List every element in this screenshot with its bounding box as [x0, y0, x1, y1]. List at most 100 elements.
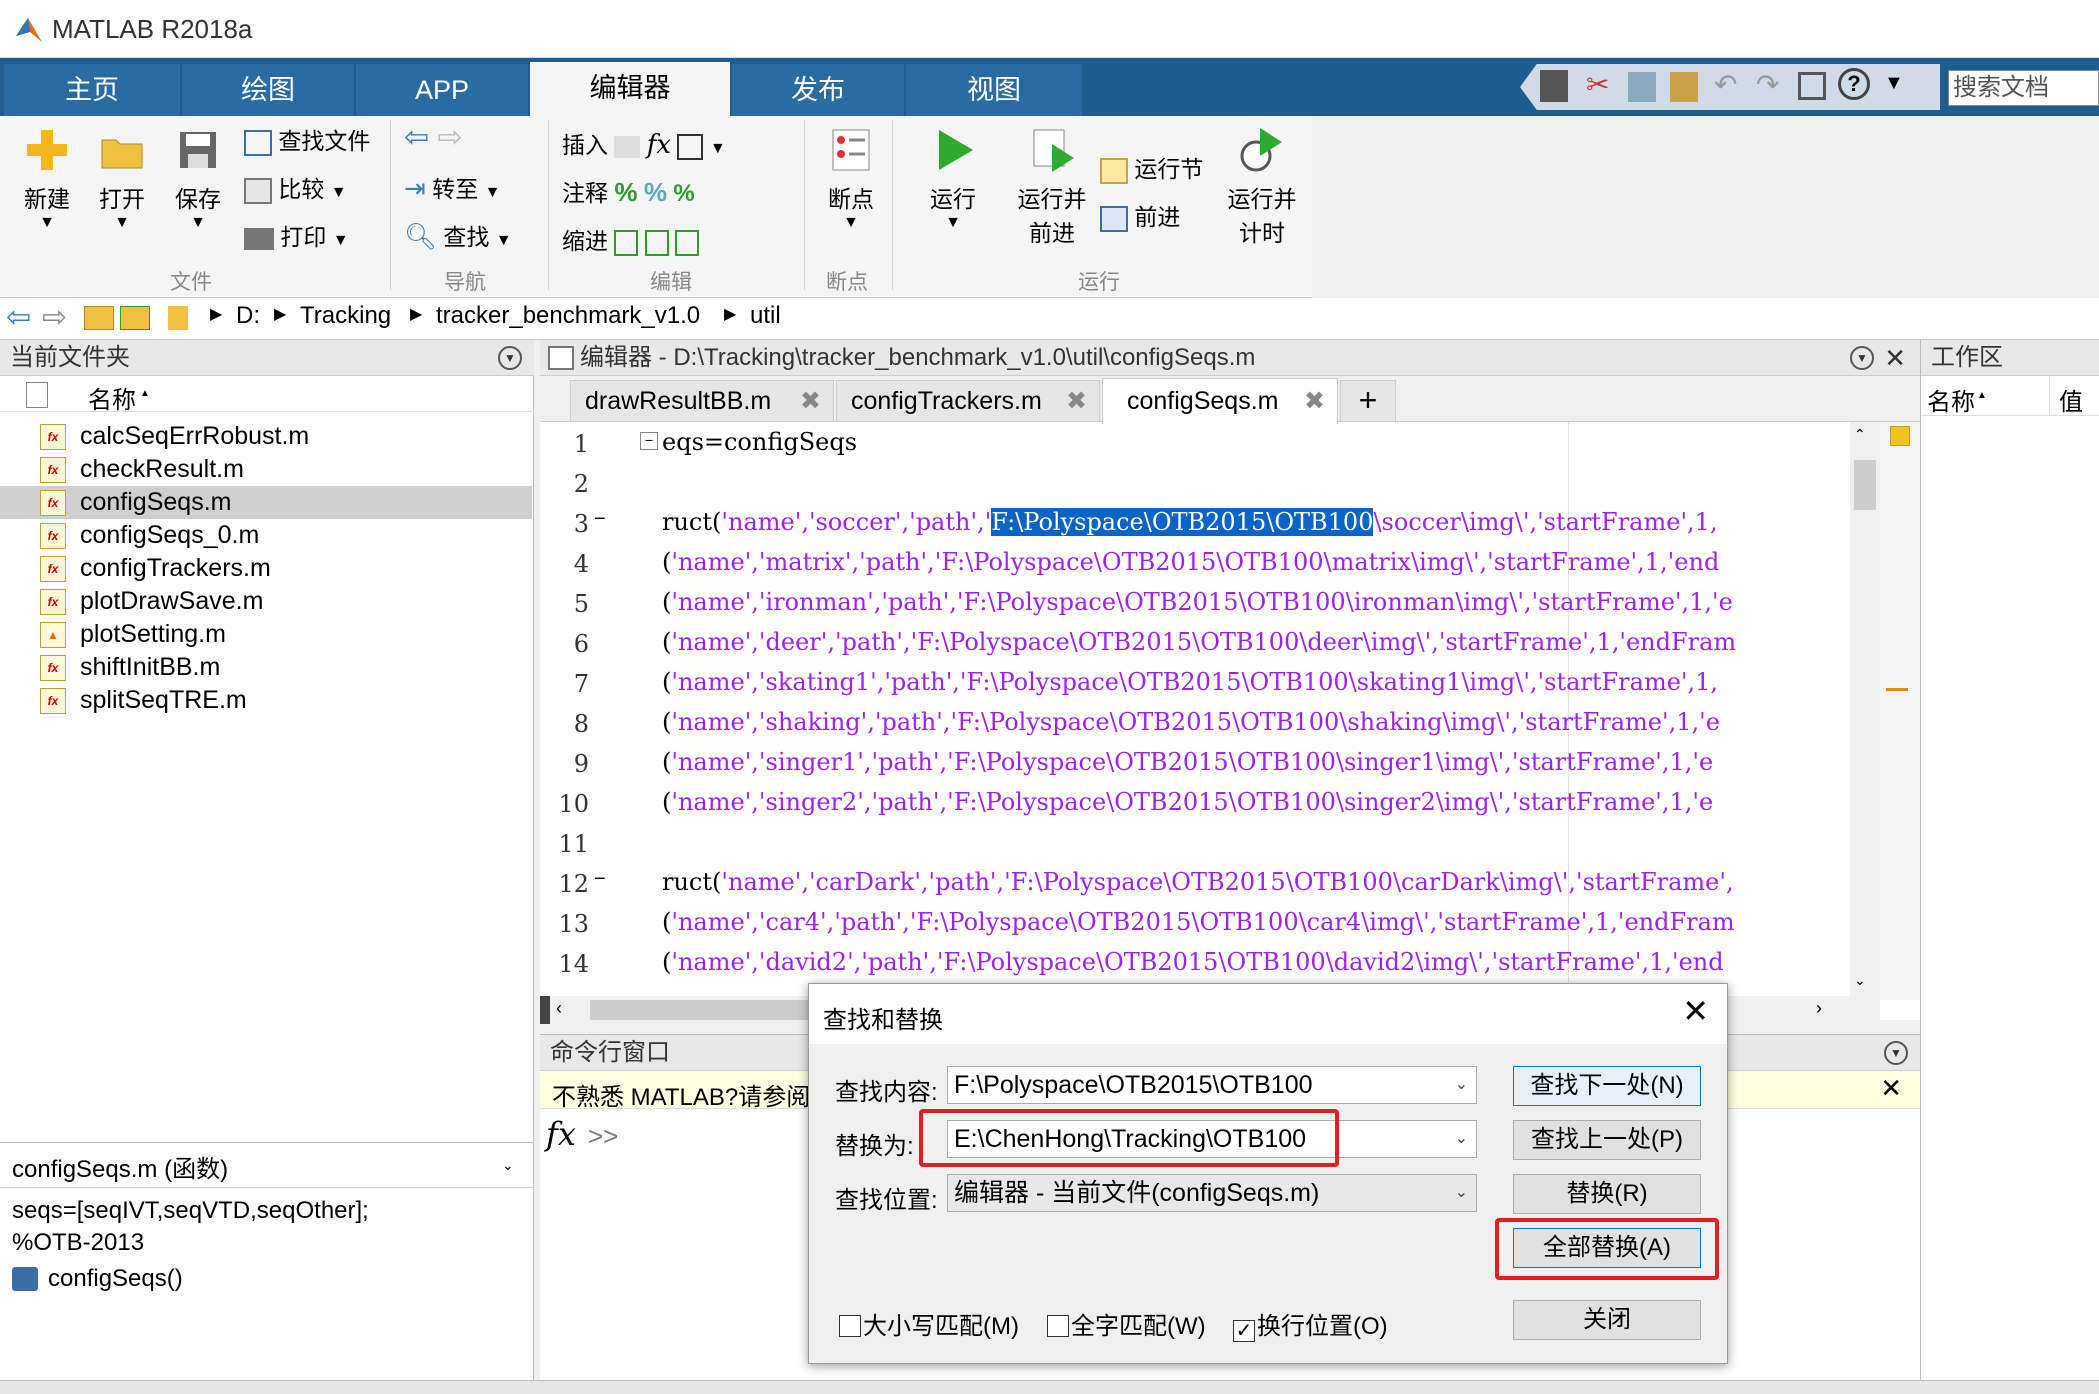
new-tab-plus-icon[interactable]: +: [1340, 380, 1396, 422]
fold-icon[interactable]: −: [640, 432, 658, 450]
insert-button[interactable]: 插入 fx ▼: [562, 126, 726, 160]
tab-publish[interactable]: 发布: [732, 64, 904, 116]
details-collapse-icon[interactable]: ⌄: [502, 1157, 514, 1174]
panel-menu-icon[interactable]: ▼: [1850, 346, 1874, 370]
file-item[interactable]: fx calcSeqErrRobust.m: [0, 420, 532, 453]
run-section-button[interactable]: 运行节: [1100, 150, 1203, 184]
editor-tab-drawresultbb[interactable]: drawResultBB.m ✖: [570, 380, 834, 422]
paste-icon[interactable]: [1670, 72, 1698, 102]
help-icon[interactable]: ?: [1838, 68, 1870, 100]
tab-close-icon[interactable]: ✖: [1304, 379, 1325, 423]
file-item[interactable]: ▲ plotSetting.m: [0, 618, 532, 651]
outdent-icon[interactable]: [675, 229, 700, 256]
code-line[interactable]: ('name','shaking','path','F:\Polyspace\O…: [662, 708, 1848, 736]
editor-tab-configseqs-active[interactable]: configSeqs.m ✖: [1102, 378, 1338, 424]
file-item-selected[interactable]: fx configSeqs.m: [0, 486, 532, 519]
path-drive[interactable]: D:: [236, 302, 260, 330]
code-line[interactable]: ('name','deer','path','F:\Polyspace\OTB2…: [662, 628, 1848, 656]
wrap-comment-icon[interactable]: %: [673, 180, 694, 207]
code-line[interactable]: ('name','skating1','path','F:\Polyspace\…: [662, 668, 1848, 696]
warning-indicator-icon[interactable]: [1890, 426, 1910, 446]
indent-button[interactable]: 缩进: [562, 222, 700, 256]
percent-icon[interactable]: %: [614, 177, 637, 207]
code-line[interactable]: ruct('name','carDark','path','F:\Polyspa…: [662, 868, 1848, 896]
look-in-combo[interactable]: 编辑器 - 当前文件(configSeqs.m) ⌄: [947, 1174, 1477, 1212]
save-button[interactable]: 保存 ▼: [168, 126, 228, 232]
whole-word-checkbox[interactable]: 全字匹配(W): [1047, 1306, 1206, 1341]
file-item[interactable]: fx splitSeqTRE.m: [0, 684, 532, 717]
code-line[interactable]: ('name','matrix','path','F:\Polyspace\OT…: [662, 548, 1848, 576]
window-layout-icon[interactable]: [1798, 72, 1826, 100]
find-what-combo[interactable]: F:\Polyspace\OTB2015\OTB100 ⌄: [947, 1066, 1477, 1104]
scroll-thumb[interactable]: [1854, 460, 1876, 510]
fx-icon[interactable]: fx: [546, 1115, 576, 1153]
forward-icon[interactable]: ⇨: [42, 300, 67, 335]
path-util[interactable]: util: [750, 302, 781, 330]
code-line[interactable]: ('name','singer2','path','F:\Polyspace\O…: [662, 788, 1848, 816]
path-benchmark[interactable]: tracker_benchmark_v1.0: [436, 302, 700, 330]
chevron-down-icon[interactable]: ⌄: [1455, 1067, 1468, 1103]
file-item[interactable]: fx configSeqs_0.m: [0, 519, 532, 552]
warning-marker[interactable]: [1886, 688, 1908, 691]
run-and-time-button[interactable]: 运行并 计时: [1222, 126, 1302, 248]
code-line[interactable]: ('name','car4','path','F:\Polyspace\OTB2…: [662, 908, 1848, 936]
new-button[interactable]: 新建 ▼: [14, 126, 80, 232]
comment-button[interactable]: 注释 % % %: [562, 174, 695, 208]
search-docs-input[interactable]: 搜索文档: [1948, 70, 2099, 106]
uncomment-icon[interactable]: %: [644, 177, 667, 207]
advance-button[interactable]: 前进: [1100, 198, 1180, 232]
back-forward-icon[interactable]: ⇦ ⇨: [404, 120, 463, 155]
scroll-up-icon[interactable]: ⌃: [1854, 426, 1866, 443]
code-line[interactable]: ('name','singer1','path','F:\Polyspace\O…: [662, 748, 1848, 776]
notice-text[interactable]: 不熟悉 MATLAB?请参阅: [552, 1077, 810, 1112]
open-button[interactable]: 打开 ▼: [92, 126, 152, 232]
replace-button[interactable]: 替换(R): [1513, 1174, 1701, 1214]
match-case-checkbox[interactable]: 大小写匹配(M): [839, 1306, 1019, 1341]
tab-apps[interactable]: APP: [356, 64, 528, 116]
dropdown-icon[interactable]: ▼: [1884, 72, 1904, 95]
smart-indent-icon[interactable]: [614, 229, 639, 256]
cut-icon[interactable]: ✂: [1586, 68, 1609, 101]
chevron-down-icon[interactable]: ⌄: [1455, 1121, 1468, 1157]
tab-home[interactable]: 主页: [4, 64, 180, 116]
panel-menu-icon[interactable]: ▼: [498, 346, 522, 370]
find-files-button[interactable]: 查找文件: [244, 122, 370, 156]
file-item[interactable]: fx configTrackers.m: [0, 552, 532, 585]
code-line[interactable]: ('name','david2','path','F:\Polyspace\OT…: [662, 948, 1848, 976]
wrap-around-checkbox[interactable]: ✓ 换行位置(O): [1233, 1306, 1388, 1342]
scroll-right-icon[interactable]: ›: [1816, 998, 1822, 1019]
file-item[interactable]: fx plotDrawSave.m: [0, 585, 532, 618]
fx-icon[interactable]: fx: [647, 130, 671, 160]
panel-menu-icon[interactable]: ▼: [1884, 1041, 1908, 1065]
tab-close-icon[interactable]: ✖: [1066, 381, 1087, 421]
redo-icon[interactable]: ↷: [1756, 68, 1779, 101]
chevron-down-icon[interactable]: ⌄: [1455, 1175, 1468, 1211]
tab-close-icon[interactable]: ✖: [800, 381, 821, 421]
save-icon[interactable]: [1540, 70, 1568, 102]
find-previous-button[interactable]: 查找上一处(P): [1513, 1120, 1701, 1160]
up-folder-icon[interactable]: [84, 306, 114, 330]
editor-tab-configtrackers[interactable]: configTrackers.m ✖: [836, 380, 1100, 422]
close-button[interactable]: 关闭: [1513, 1300, 1701, 1340]
workspace-value-column[interactable]: 值: [2059, 382, 2083, 417]
file-item[interactable]: fx shiftInitBB.m: [0, 651, 532, 684]
scroll-left-icon[interactable]: ‹: [556, 998, 562, 1019]
breakpoints-button[interactable]: 断点 ▼: [818, 126, 884, 232]
find-button[interactable]: 🔍︎ 查找 ▼: [404, 218, 512, 252]
find-next-button[interactable]: 查找下一处(N): [1513, 1066, 1701, 1106]
copy-icon[interactable]: [1628, 72, 1656, 102]
notice-close-icon[interactable]: ✕: [1880, 1073, 1902, 1104]
dialog-close-icon[interactable]: ✕: [1682, 992, 1709, 1030]
goto-button[interactable]: ⇥ 转至 ▼: [404, 170, 500, 204]
name-column-header[interactable]: 名称: [88, 380, 136, 415]
file-item[interactable]: fx checkResult.m: [0, 453, 532, 486]
indent-icon[interactable]: [644, 229, 669, 256]
tab-plots[interactable]: 绘图: [182, 64, 354, 116]
browse-folder-icon[interactable]: [120, 306, 150, 330]
workspace-name-column[interactable]: 名称: [1927, 382, 1975, 417]
tab-view[interactable]: 视图: [906, 64, 1082, 116]
path-tracking[interactable]: Tracking: [300, 302, 391, 330]
undo-icon[interactable]: ↶: [1714, 68, 1737, 101]
details-function[interactable]: configSeqs(): [48, 1265, 183, 1293]
code-line[interactable]: eqs=configSeqs: [662, 428, 857, 456]
